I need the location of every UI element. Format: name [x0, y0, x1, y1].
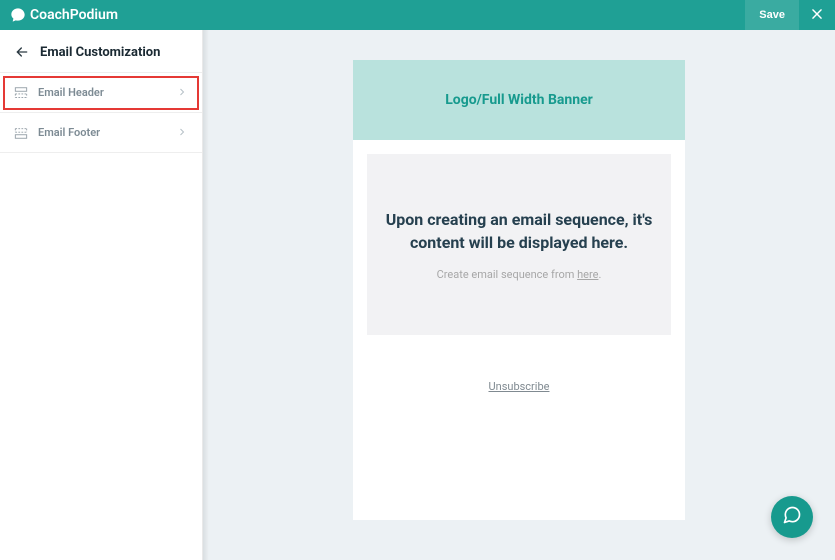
close-button[interactable] [799, 0, 835, 30]
topbar-right: Save [745, 0, 835, 30]
canvas: Logo/Full Width Banner Upon creating an … [203, 30, 835, 560]
main: Email Customization Email Header [0, 30, 835, 560]
email-preview: Logo/Full Width Banner Upon creating an … [353, 60, 685, 520]
email-banner[interactable]: Logo/Full Width Banner [353, 60, 685, 140]
topbar: CoachPodium Save [0, 0, 835, 30]
scroll-shadow [203, 30, 209, 560]
chat-icon [782, 505, 802, 529]
brand-logo-icon [10, 7, 26, 23]
sidebar-item-label: Email Header [38, 86, 166, 99]
unsubscribe-link[interactable]: Unsubscribe [489, 380, 550, 393]
brand-name: CoachPodium [30, 7, 118, 23]
body-sub-suffix: . [598, 268, 601, 281]
email-footer: Unsubscribe [353, 375, 685, 394]
section-header-icon [14, 86, 28, 100]
brand: CoachPodium [10, 7, 118, 23]
email-body-placeholder: Upon creating an email sequence, it's co… [367, 154, 671, 335]
sidebar: Email Customization Email Header [0, 30, 203, 560]
sidebar-header: Email Customization [0, 30, 202, 73]
section-footer-icon [14, 126, 28, 140]
create-sequence-link[interactable]: here [577, 268, 598, 281]
save-button[interactable]: Save [745, 0, 799, 30]
chevron-right-icon [176, 123, 188, 142]
help-fab[interactable] [771, 496, 813, 538]
chevron-right-icon [176, 83, 188, 102]
close-icon [810, 7, 824, 24]
body-subtext: Create email sequence from here. [385, 268, 653, 281]
back-button[interactable] [14, 44, 30, 60]
sidebar-item-label: Email Footer [38, 126, 166, 139]
sidebar-item-email-header[interactable]: Email Header [0, 73, 202, 113]
arrow-left-icon [14, 44, 30, 60]
sidebar-title: Email Customization [40, 45, 160, 60]
sidebar-item-email-footer[interactable]: Email Footer [0, 113, 202, 153]
body-sub-prefix: Create email sequence from [437, 268, 577, 281]
body-heading: Upon creating an email sequence, it's co… [385, 208, 653, 254]
